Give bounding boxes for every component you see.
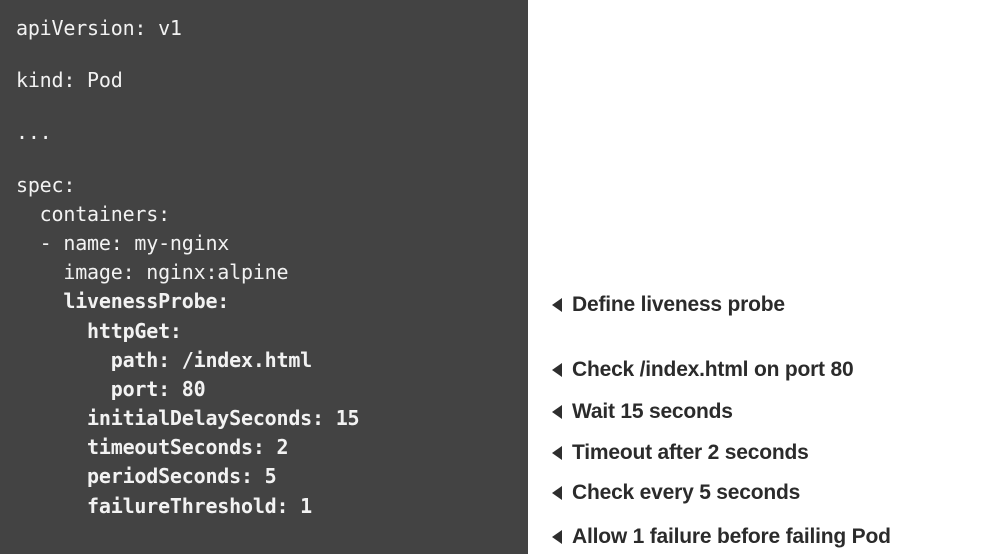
annotation-label: Check every 5 seconds — [572, 481, 801, 504]
code-line: containers: — [16, 201, 170, 226]
code-line: failureThreshold: 1 — [16, 493, 313, 518]
code-line: periodSeconds: 5 — [16, 464, 277, 489]
code-line: initialDelaySeconds: 15 — [16, 406, 360, 431]
left-triangle-marker-icon — [552, 363, 562, 377]
annotation-panel: Define liveness probe Check /index.html o… — [528, 0, 996, 554]
annotation-row: Check every 5 seconds — [552, 479, 800, 507]
code-line: spec: — [16, 172, 76, 197]
annotation-label: Wait 15 seconds — [572, 400, 733, 423]
left-triangle-marker-icon — [552, 405, 562, 419]
left-triangle-marker-icon — [552, 530, 562, 544]
code-line: livenessProbe: — [16, 289, 230, 314]
left-triangle-marker-icon — [552, 298, 562, 312]
code-line: apiVersion: v1 — [16, 16, 182, 40]
left-triangle-marker-icon — [552, 446, 562, 460]
code-line: path: /index.html — [16, 347, 313, 372]
left-triangle-marker-icon — [552, 486, 562, 500]
annotation-row: Check /index.html on port 80 — [552, 356, 854, 384]
annotation-label: Check /index.html on port 80 — [572, 358, 854, 381]
annotation-row: Allow 1 failure before failing Pod — [552, 523, 891, 551]
code-line: httpGet: — [16, 318, 182, 343]
yaml-code-panel: apiVersion: v1 kind: Pod... spec: containe… — [0, 0, 528, 554]
annotation-row: Define liveness probe — [552, 291, 785, 319]
annotation-label: Define liveness probe — [572, 293, 785, 316]
annotation-label: Allow 1 failure before failing Pod — [572, 525, 891, 548]
annotation-label: Timeout after 2 seconds — [572, 441, 809, 464]
slide-root: apiVersion: v1 kind: Pod... spec: containe… — [0, 0, 996, 554]
code-line: image: nginx:alpine — [16, 260, 289, 285]
code-line: port: 80 — [16, 376, 206, 401]
code-line: - name: my-nginx — [16, 230, 230, 255]
annotation-row: Wait 15 seconds — [552, 398, 733, 426]
annotation-row: Timeout after 2 seconds — [552, 439, 809, 467]
yaml-code-block: apiVersion: v1 kind: Pod... spec: containe… — [16, 14, 528, 521]
code-line: ... — [16, 120, 52, 145]
code-line: kind: Pod — [16, 68, 123, 93]
code-line: timeoutSeconds: 2 — [16, 435, 289, 460]
